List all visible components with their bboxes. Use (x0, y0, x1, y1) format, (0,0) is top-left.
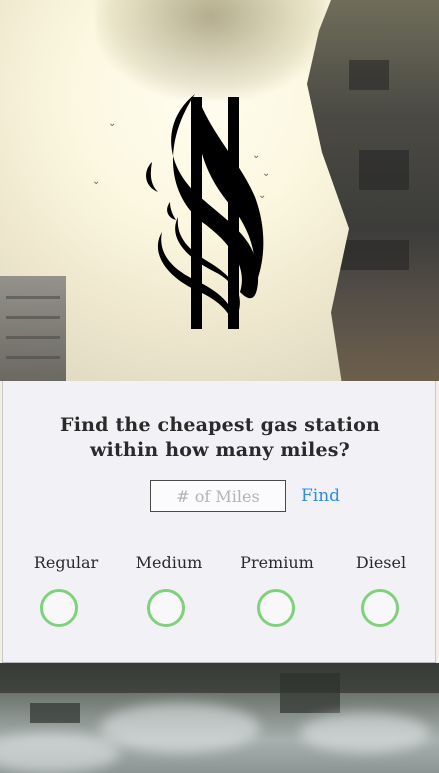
tree-foliage (96, 0, 326, 100)
bird-icon: ⌄ (92, 176, 101, 187)
ruined-building-left (0, 276, 66, 381)
miles-input[interactable] (150, 480, 286, 512)
question-line-2: within how many miles? (89, 439, 350, 461)
fuel-label-medium: Medium (135, 553, 203, 572)
hero-background: ⌄ ⌄ ⌄ ⌄ ⌄ (0, 0, 439, 381)
find-button[interactable]: Find (301, 486, 340, 506)
fuel-label-diesel: Diesel (355, 553, 407, 572)
radio-premium[interactable] (257, 589, 295, 627)
search-question: Find the cheapest gas station within how… (3, 413, 437, 463)
radio-diesel[interactable] (361, 589, 399, 627)
search-panel: Find the cheapest gas station within how… (2, 381, 436, 663)
bird-icon: ⌄ (108, 118, 117, 129)
flame-dollar-icon (146, 94, 264, 330)
radio-medium[interactable] (147, 589, 185, 627)
footer-background (0, 663, 439, 773)
fuel-label-premium: Premium (240, 553, 314, 572)
radio-regular[interactable] (40, 589, 78, 627)
question-line-1: Find the cheapest gas station (60, 414, 380, 436)
fuel-label-regular: Regular (33, 553, 99, 572)
